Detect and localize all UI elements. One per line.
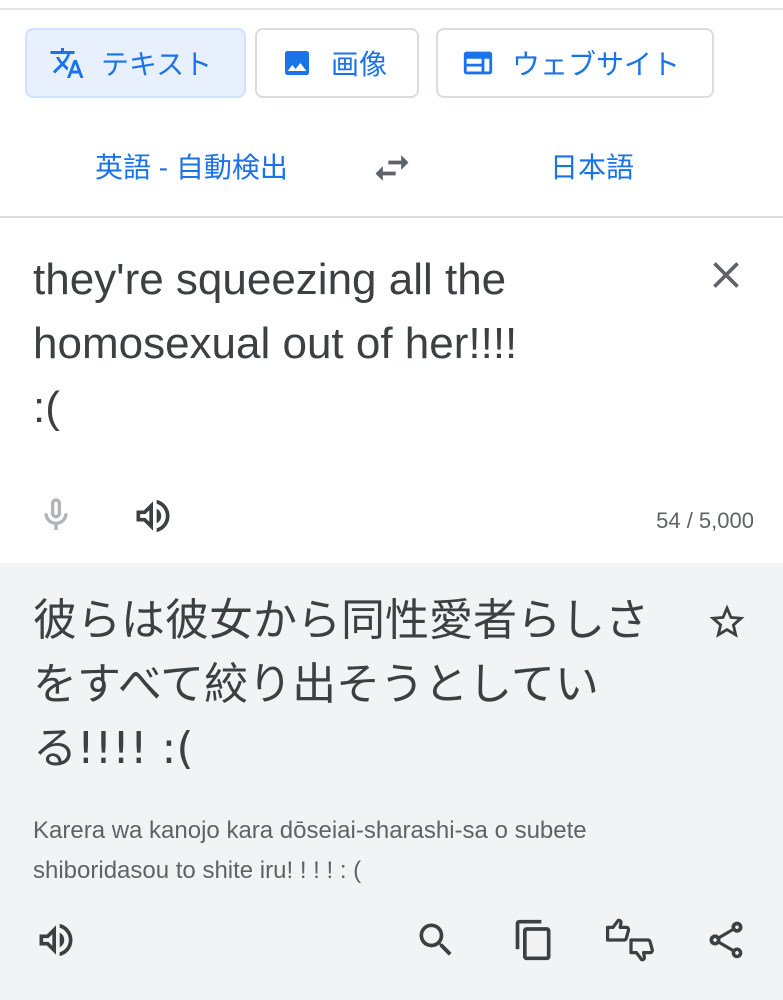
source-language-button[interactable]: 英語 - 自動検出 [95,146,288,186]
image-icon [279,45,315,81]
tab-text[interactable]: テキスト [25,28,246,98]
swap-icon [375,155,409,181]
translate-icon [49,45,85,81]
language-bar-divider [0,216,783,218]
tab-text-label: テキスト [101,49,213,80]
swap-languages-button[interactable] [370,146,414,190]
copy-icon [515,919,551,961]
rate-translation-button[interactable] [604,918,658,962]
search-button[interactable] [414,918,458,962]
transliteration-text: Karera wa kanojo kara dōseiai-sharashi-s… [33,817,587,884]
share-icon [709,921,743,959]
microphone-button[interactable] [36,493,76,537]
close-icon [713,262,739,288]
copy-button[interactable] [512,918,556,962]
source-text-input[interactable]: they're squeezing all the homosexual out… [33,248,683,440]
tab-website[interactable]: ウェブサイト [436,28,714,98]
website-icon [460,45,496,81]
tab-image[interactable]: 画像 [255,28,419,98]
tabs-fade-overlay [715,20,783,110]
microphone-icon [44,498,68,530]
target-language-button[interactable]: 日本語 [550,146,634,186]
listen-source-button[interactable] [130,494,176,538]
character-count: 54 / 5,000 [656,508,754,533]
speaker-icon [136,499,170,533]
speaker-icon [39,923,73,957]
top-divider [0,8,783,10]
star-icon [709,604,745,638]
translation-panel: 彼らは彼女から同性愛者らしさをすべて絞り出そうとしている!!!! :( Kare… [0,563,783,1000]
share-button[interactable] [704,918,748,962]
tab-image-label: 画像 [331,49,388,80]
thumbs-up-down-icon [605,918,654,962]
tab-website-label: ウェブサイト [512,49,681,80]
translated-text: 彼らは彼女から同性愛者らしさをすべて絞り出そうとしている!!!! :( [33,595,649,774]
listen-translation-button[interactable] [34,918,78,962]
clear-button[interactable] [704,253,748,297]
save-translation-button[interactable] [706,601,748,643]
search-icon [419,923,452,956]
